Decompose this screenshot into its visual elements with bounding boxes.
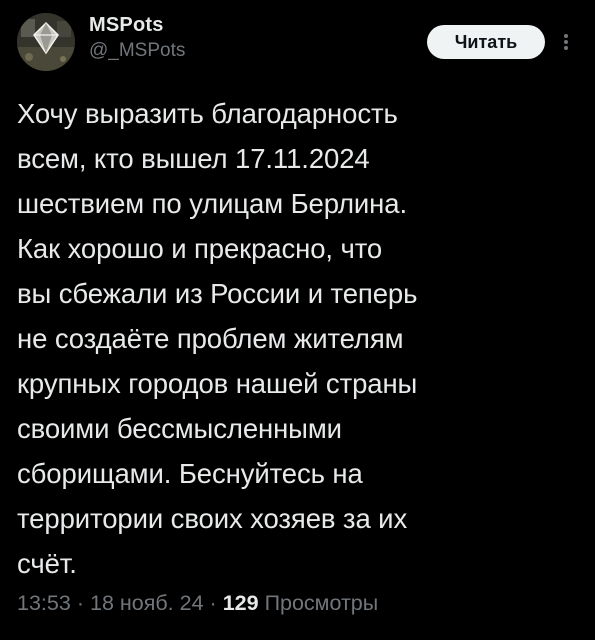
tweet-text: Хочу выразить благодарность всем, кто вы… <box>17 98 418 579</box>
tweet-date[interactable]: 18 нояб. 24 <box>90 591 204 615</box>
more-vertical-icon <box>564 34 568 50</box>
views-count[interactable]: 129 <box>223 591 259 615</box>
author-handle[interactable]: @_MSPots <box>89 39 185 63</box>
views-label[interactable]: Просмотры <box>265 591 379 615</box>
author-display-name[interactable]: MSPots <box>89 13 185 37</box>
tweet-header: MSPots @_MSPots Читать <box>17 13 582 73</box>
avatar[interactable] <box>17 13 75 71</box>
avatar-image <box>17 13 75 71</box>
tweet-meta: 13:53 · 18 нояб. 24 · 129 Просмотры <box>17 588 378 618</box>
author-info: MSPots @_MSPots <box>89 13 185 63</box>
more-button[interactable] <box>559 27 573 57</box>
follow-button[interactable]: Читать <box>427 25 545 59</box>
tweet-time[interactable]: 13:53 <box>17 591 71 615</box>
meta-separator: · <box>209 591 217 615</box>
meta-separator: · <box>76 591 84 615</box>
